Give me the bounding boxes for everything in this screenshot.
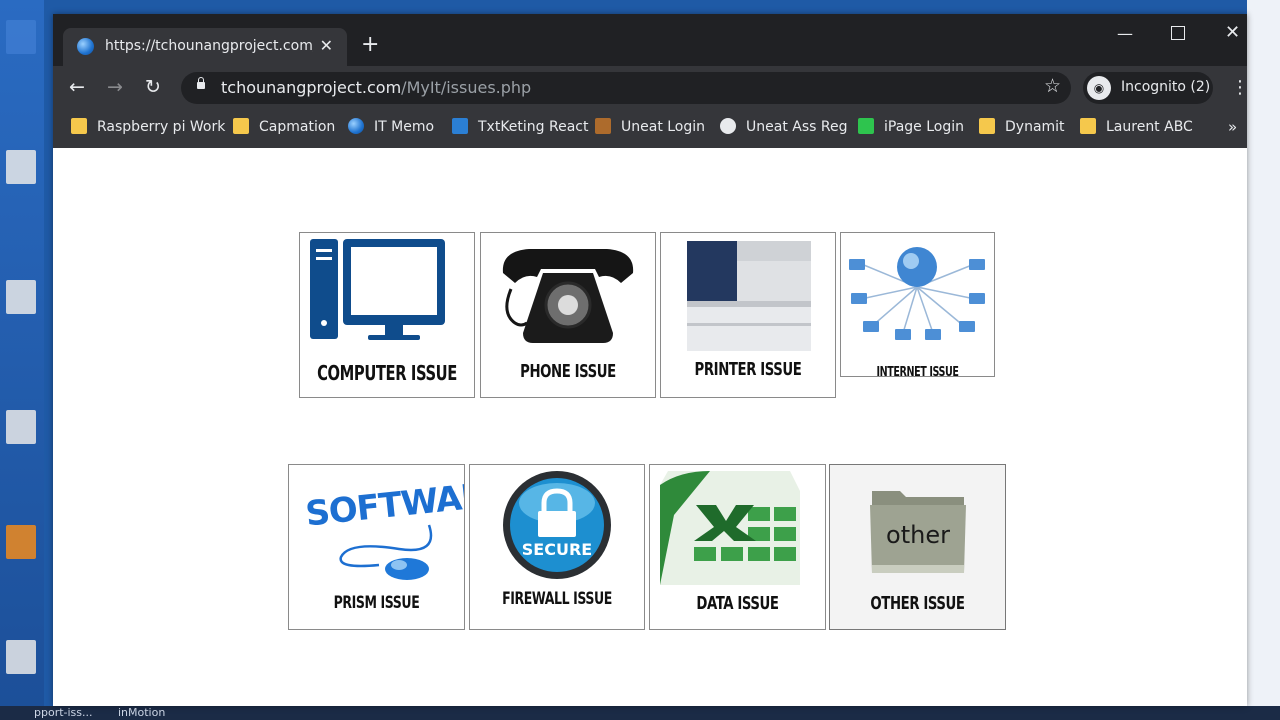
bookmark-dynamit[interactable]: Dynamit bbox=[979, 118, 1065, 140]
firewall-issue-label: FIREWALL ISSUE bbox=[502, 589, 612, 609]
data-issue-card[interactable]: DATA ISSUE bbox=[649, 464, 826, 630]
firewall-issue-card[interactable]: SECURE FIREWALL ISSUE bbox=[469, 464, 645, 630]
excel-icon bbox=[660, 471, 800, 585]
taskbar-item[interactable]: pport-iss... bbox=[34, 706, 93, 719]
taskbar: pport-iss... inMotion bbox=[0, 706, 1280, 720]
printer-issue-card[interactable]: PRINTER ISSUE bbox=[660, 232, 836, 398]
browser-toolbar: ← → ↻ tchounangproject.com/MyIt/issues.p… bbox=[53, 66, 1249, 110]
computer-issue-label: COMPUTER ISSUE bbox=[317, 361, 457, 385]
incognito-profile-button[interactable]: ◉ Incognito (2) bbox=[1083, 72, 1213, 104]
desktop-icon[interactable] bbox=[6, 640, 36, 674]
bookmark-capmation[interactable]: Capmation bbox=[233, 118, 335, 140]
printer-issue-label: PRINTER ISSUE bbox=[694, 359, 802, 380]
bookmarks-bar: Raspberry pi Work Capmation IT Memo TxtK… bbox=[53, 110, 1247, 149]
desktop-icon[interactable] bbox=[6, 20, 36, 54]
forward-button[interactable]: → bbox=[107, 77, 123, 97]
secure-art-text: SECURE bbox=[522, 540, 592, 559]
computer-icon bbox=[310, 239, 445, 340]
page-content: COMPUTER ISSUE PHONE ISSUE PRINTER ISSUE… bbox=[53, 148, 1247, 706]
desktop-icons-strip bbox=[0, 0, 44, 720]
software-mouse-icon: SOFTWARE bbox=[304, 474, 464, 580]
reload-button[interactable]: ↻ bbox=[145, 77, 161, 97]
folder-icon bbox=[233, 118, 249, 134]
desktop-icon[interactable] bbox=[6, 525, 36, 559]
bookmark-txtketing-react[interactable]: TxtKeting React bbox=[452, 118, 589, 140]
minimize-button[interactable]: — bbox=[1117, 24, 1133, 43]
printer-icon bbox=[687, 241, 811, 351]
active-tab[interactable]: https://tchounangproject.com/M ✕ bbox=[63, 28, 347, 66]
bookmark-raspberry-pi-work[interactable]: Raspberry pi Work bbox=[71, 118, 225, 140]
site-favicon-icon bbox=[77, 38, 94, 55]
other-art-text: other bbox=[886, 521, 950, 549]
taskbar-item[interactable]: inMotion bbox=[118, 706, 165, 719]
ipage-icon bbox=[858, 118, 874, 134]
back-button[interactable]: ← bbox=[69, 77, 85, 97]
react-icon bbox=[452, 118, 468, 134]
lock-icon: SECURE bbox=[503, 471, 611, 579]
prism-issue-label: PRISM ISSUE bbox=[333, 593, 420, 613]
bookmark-ipage-login[interactable]: iPage Login bbox=[858, 118, 964, 140]
background-window bbox=[1247, 0, 1280, 720]
url-text[interactable]: tchounangproject.com/MyIt/issues.php bbox=[221, 78, 531, 97]
software-art-text: SOFTWARE bbox=[304, 474, 464, 535]
data-issue-label: DATA ISSUE bbox=[696, 593, 779, 614]
network-icon bbox=[849, 247, 985, 340]
phone-issue-label: PHONE ISSUE bbox=[520, 361, 616, 382]
bookmark-uneat-ass-reg[interactable]: Uneat Ass Reg bbox=[720, 118, 847, 140]
bookmark-uneat-login[interactable]: Uneat Login bbox=[595, 118, 705, 140]
browser-menu-button[interactable]: ⋮ bbox=[1231, 78, 1249, 98]
close-window-button[interactable]: ✕ bbox=[1225, 22, 1240, 43]
address-bar[interactable]: tchounangproject.com/MyIt/issues.php ☆ bbox=[181, 72, 1071, 104]
prism-issue-card[interactable]: SOFTWARE PRISM ISSUE bbox=[288, 464, 465, 630]
globe-icon bbox=[720, 118, 736, 134]
profile-label: Incognito (2) bbox=[1121, 79, 1211, 95]
new-tab-button[interactable]: + bbox=[361, 34, 379, 56]
other-issue-label: OTHER ISSUE bbox=[870, 593, 965, 614]
folder-icon bbox=[71, 118, 87, 134]
desktop-icon[interactable] bbox=[6, 150, 36, 184]
close-tab-icon[interactable]: ✕ bbox=[320, 36, 333, 55]
other-issue-card[interactable]: other OTHER ISSUE bbox=[829, 464, 1006, 630]
globe-icon bbox=[348, 118, 364, 134]
desktop-icon[interactable] bbox=[6, 410, 36, 444]
more-bookmarks-button[interactable]: » bbox=[1228, 118, 1237, 136]
bookmark-star-icon[interactable]: ☆ bbox=[1044, 75, 1061, 97]
bookmark-it-memo[interactable]: IT Memo bbox=[348, 118, 434, 140]
phone-issue-card[interactable]: PHONE ISSUE bbox=[480, 232, 656, 398]
tab-strip: https://tchounangproject.com/M ✕ + — ✕ bbox=[53, 14, 1247, 66]
lock-icon[interactable] bbox=[197, 77, 205, 89]
browser-window: https://tchounangproject.com/M ✕ + — ✕ ←… bbox=[53, 14, 1249, 706]
maximize-button[interactable] bbox=[1171, 26, 1185, 40]
internet-issue-label: INTERNET ISSUE bbox=[876, 365, 959, 377]
internet-issue-card[interactable]: INTERNET ISSUE bbox=[840, 232, 995, 377]
tab-title: https://tchounangproject.com/M bbox=[105, 38, 313, 54]
computer-issue-card[interactable]: COMPUTER ISSUE bbox=[299, 232, 475, 398]
incognito-icon: ◉ bbox=[1087, 76, 1111, 100]
folder-icon bbox=[1080, 118, 1096, 134]
ws-icon bbox=[595, 118, 611, 134]
bookmark-laurent-abc[interactable]: Laurent ABC bbox=[1080, 118, 1193, 140]
desktop-icon[interactable] bbox=[6, 280, 36, 314]
phone-icon bbox=[502, 249, 634, 343]
folder-icon: other bbox=[870, 491, 966, 573]
folder-icon bbox=[979, 118, 995, 134]
